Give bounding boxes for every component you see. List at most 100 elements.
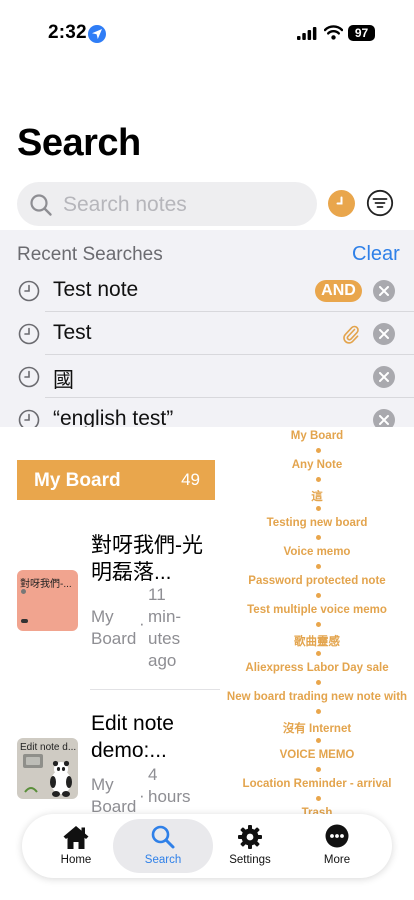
note-thumbnail[interactable]: 對呀我們-... bbox=[17, 570, 78, 631]
note-title-line: Edit note bbox=[91, 712, 174, 735]
location-arrow-icon bbox=[88, 25, 106, 43]
note-title[interactable]: Edit note demo:... bbox=[91, 710, 174, 764]
status-time: 2:32 bbox=[48, 22, 87, 43]
board-index-item[interactable]: Password protected note bbox=[220, 575, 414, 587]
thumbnail-text: 對呀我們-... bbox=[20, 579, 72, 590]
meta-line: min- bbox=[148, 607, 182, 626]
meta-separator: · bbox=[139, 786, 145, 805]
tab-search[interactable]: Search bbox=[113, 819, 213, 873]
board-index-dot bbox=[316, 709, 321, 714]
wifi-icon bbox=[324, 25, 343, 40]
board-index-dot bbox=[316, 796, 321, 801]
history-button[interactable] bbox=[328, 190, 355, 217]
signal-icon bbox=[297, 27, 317, 40]
history-clock-icon bbox=[18, 366, 40, 388]
board-index-item[interactable]: 沒有 Internet bbox=[220, 720, 414, 736]
board-index-dot bbox=[316, 651, 321, 656]
recent-search-item[interactable]: Test note AND bbox=[0, 270, 414, 312]
tab-more[interactable]: More bbox=[305, 814, 369, 878]
magnifier-icon bbox=[151, 825, 175, 849]
history-clock-icon bbox=[18, 280, 40, 302]
board-index-item[interactable]: Testing new board bbox=[220, 517, 414, 529]
clear-button[interactable]: Clear bbox=[352, 243, 400, 266]
meta-line: 4 bbox=[148, 765, 158, 784]
recent-search-item[interactable]: “english test” bbox=[0, 399, 414, 427]
board-index-item[interactable]: Aliexpress Labor Day sale bbox=[220, 662, 414, 674]
recent-search-text: Test bbox=[53, 321, 92, 344]
board-index-item[interactable]: VOICE MEMO bbox=[220, 749, 414, 761]
paperclip-icon bbox=[343, 325, 359, 344]
tab-label: Settings bbox=[229, 854, 271, 866]
recent-searches-header: Recent Searches bbox=[17, 244, 163, 265]
board-header[interactable]: My Board 49 bbox=[17, 460, 215, 500]
note-title[interactable]: 對呀我們-光 明磊落... bbox=[91, 532, 203, 586]
board-name: My Board bbox=[34, 470, 121, 491]
meta-line: 11 bbox=[148, 585, 166, 604]
meta-line: utes bbox=[148, 629, 181, 648]
meta-line: My bbox=[91, 775, 114, 794]
tab-settings[interactable]: Settings bbox=[218, 814, 282, 878]
board-index-dot bbox=[316, 767, 321, 772]
board-index-item[interactable]: Test multiple voice memo bbox=[220, 604, 414, 616]
history-clock-icon bbox=[18, 323, 40, 345]
board-index-item[interactable]: Any Note bbox=[220, 459, 414, 471]
tab-bar: Home Search Settings More bbox=[22, 814, 392, 878]
board-index-dot bbox=[316, 535, 321, 540]
board-index-dot bbox=[316, 680, 321, 685]
page-title: Search bbox=[17, 122, 141, 164]
board-index-dot bbox=[316, 448, 321, 453]
remove-search-button[interactable] bbox=[373, 280, 395, 302]
note-time-label: 11 min- utes ago bbox=[148, 584, 181, 672]
ellipsis-circle-icon bbox=[325, 824, 349, 848]
clock-icon bbox=[336, 196, 343, 205]
board-index-item[interactable]: 這 bbox=[220, 488, 414, 504]
recent-search-item[interactable]: Test bbox=[0, 313, 414, 355]
tab-label: More bbox=[323, 854, 351, 866]
close-icon bbox=[379, 372, 389, 382]
search-field[interactable] bbox=[17, 182, 317, 226]
search-input[interactable] bbox=[61, 190, 305, 220]
tab-label: Home bbox=[60, 854, 92, 866]
note-title-line: 對呀我們-光 bbox=[91, 534, 203, 557]
search-icon bbox=[30, 194, 52, 216]
panda-sticker-icon bbox=[23, 754, 72, 797]
recent-search-item[interactable]: 國 bbox=[0, 356, 414, 398]
note-thumbnail[interactable]: Edit note d... bbox=[17, 738, 78, 799]
close-icon bbox=[379, 415, 389, 425]
board-index-item[interactable]: New board trading new note with bbox=[220, 691, 414, 703]
tab-home[interactable]: Home bbox=[44, 814, 108, 878]
recent-search-text: 國 bbox=[53, 369, 74, 392]
note-title-line: demo:... bbox=[91, 739, 167, 762]
board-index-dot bbox=[316, 738, 321, 743]
board-index-timeline: My Board Any Note 這 Testing new board Voice … bbox=[220, 428, 414, 819]
board-index-dot bbox=[316, 564, 321, 569]
remove-search-button[interactable] bbox=[373, 409, 395, 427]
close-icon bbox=[379, 329, 389, 339]
remove-search-button[interactable] bbox=[373, 323, 395, 345]
house-icon bbox=[63, 826, 89, 849]
board-index-item[interactable]: 歌曲靈感 bbox=[220, 633, 414, 649]
board-index-dot bbox=[316, 506, 321, 511]
recent-searches-panel: Recent Searches Clear Test note AND Test bbox=[0, 230, 414, 427]
recent-search-text: Test note bbox=[53, 278, 139, 301]
board-index-item[interactable]: My Board bbox=[220, 430, 414, 442]
filter-icon[interactable] bbox=[366, 189, 394, 217]
meta-line: My bbox=[91, 607, 114, 626]
tab-label: Search bbox=[144, 854, 182, 866]
remove-search-button[interactable] bbox=[373, 366, 395, 388]
board-index-dot bbox=[316, 622, 321, 627]
note-board-label: My Board bbox=[91, 606, 136, 650]
gear-icon bbox=[238, 825, 262, 849]
board-index-dot bbox=[316, 477, 321, 482]
meta-line: ago bbox=[148, 651, 177, 670]
note-time-label: 4 hours bbox=[148, 764, 191, 808]
board-index-dot bbox=[316, 593, 321, 598]
and-badge: AND bbox=[315, 280, 362, 302]
meta-line: Board bbox=[91, 629, 137, 648]
board-index-item[interactable]: Voice memo bbox=[220, 546, 414, 558]
history-clock-icon bbox=[18, 409, 40, 427]
board-index-item[interactable]: Location Reminder - arrival bbox=[220, 778, 414, 790]
recent-search-text: “english test” bbox=[53, 407, 174, 427]
meta-separator: · bbox=[139, 614, 145, 633]
meta-line: hours bbox=[148, 787, 191, 806]
